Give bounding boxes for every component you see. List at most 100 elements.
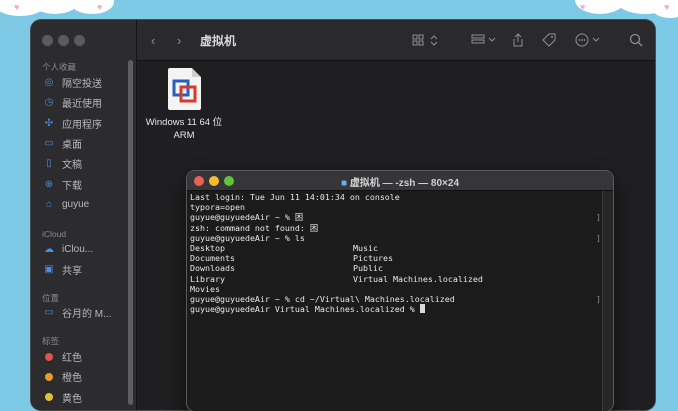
- terminal-line: typora=open: [190, 202, 599, 212]
- file-name: Windows 11 64 位 ARM: [145, 117, 223, 141]
- share-icon: [513, 33, 523, 47]
- desktop-icon: ▭: [44, 137, 54, 149]
- terminal-line: guyue@guyuedeAir ~ % cd ~/Virtual\ Machi…: [190, 293, 601, 304]
- terminal-title: ■ 虚拟机 — -zsh — 80×24: [340, 178, 460, 189]
- ellipsis-circle-icon: [575, 33, 600, 47]
- group-icon: [471, 34, 496, 44]
- terminal-line: guyue@guyuedeAir ~ % 困]: [190, 212, 601, 223]
- terminal-text: Movies: [190, 283, 220, 294]
- terminal-text: guyue@guyuedeAir Virtual Machines.locali…: [190, 304, 420, 315]
- line-marker: ]: [596, 293, 601, 304]
- terminal-cursor: [419, 304, 425, 314]
- line-marker: ]: [596, 212, 601, 223]
- finder-toolbar: ‹ › 虚拟机: [137, 20, 655, 61]
- close-window-button[interactable]: [42, 35, 53, 46]
- tag-icon: [542, 33, 556, 47]
- sidebar-item-label: 最近使用: [62, 99, 102, 111]
- sidebar-scrollbar[interactable]: [128, 60, 133, 405]
- terminal-line: Library Virtual Machines.localized: [190, 274, 599, 284]
- view-mode-button[interactable]: [412, 20, 442, 60]
- tag-label: 红色: [62, 353, 82, 364]
- terminal-output[interactable]: Last login: Tue Jun 11 14:01:34 on conso…: [190, 192, 601, 411]
- terminal-window: ■ 虚拟机 — -zsh — 80×24 Last login: Tue Jun…: [187, 171, 613, 411]
- sidebar-item-favorite-1[interactable]: ◷ 最近使用: [42, 94, 132, 111]
- cloud-icon: ☁: [44, 244, 54, 255]
- terminal-text: typora=open: [190, 202, 245, 213]
- sidebar-item-label: 共享: [62, 266, 82, 278]
- sidebar-item-icloud-1[interactable]: ▣ 共享: [42, 261, 132, 278]
- home-icon: ⌂: [45, 198, 53, 210]
- favorites-header: 个人收藏: [42, 62, 77, 72]
- tag-color-dot: [45, 352, 53, 361]
- sidebar-item-favorite-6[interactable]: ⌂ guyue: [42, 196, 132, 213]
- tag-color-dot: [45, 372, 53, 381]
- terminal-text: zsh: command not found: 困: [190, 222, 319, 233]
- vm-file-icon: [167, 68, 201, 110]
- terminal-text: Documents: [190, 253, 235, 264]
- terminal-text: guyue@guyuedeAir ~ % 困: [190, 212, 304, 223]
- search-icon: [629, 33, 643, 47]
- terminal-text-column2: Music: [353, 242, 378, 253]
- chevron-left-icon: ‹: [151, 32, 156, 48]
- sidebar-item-label: 应用程序: [62, 119, 102, 131]
- sidebar-item-favorite-0[interactable]: ◎ 隔空投送: [42, 74, 132, 91]
- group-button[interactable]: [471, 20, 501, 60]
- search-button[interactable]: [629, 20, 643, 60]
- shared-folder-icon: ▣: [44, 264, 54, 276]
- clock-icon: ◷: [44, 97, 54, 109]
- sidebar-item-label: guyue: [62, 198, 90, 210]
- sidebar-item-label: 隔空投送: [62, 79, 102, 90]
- sidebar-tag-2[interactable]: 黄色: [42, 389, 132, 406]
- terminal-line: zsh: command not found: 困: [190, 223, 599, 233]
- back-button[interactable]: ‹: [151, 20, 155, 60]
- sidebar-item-favorite-4[interactable]: ▯ 文稿: [42, 155, 132, 172]
- chevron-right-icon: ›: [177, 32, 182, 48]
- window-title: 虚拟机: [200, 34, 237, 48]
- sidebar-item-label: 谷月的 M...: [62, 309, 112, 320]
- terminal-text: Last login: Tue Jun 11 14:01:34 on conso…: [190, 192, 400, 202]
- tags-header: 标签: [42, 336, 60, 346]
- zoom-window-button[interactable]: [74, 35, 85, 46]
- terminal-text: guyue@guyuedeAir ~ % ls: [190, 232, 305, 243]
- more-actions-button[interactable]: [575, 20, 605, 60]
- grid-view-icon: [412, 34, 438, 46]
- sidebar-tag-0[interactable]: 红色: [42, 348, 132, 365]
- terminal-line: Movies: [190, 284, 599, 294]
- icloud-header: iCloud: [42, 229, 67, 239]
- folder-icon: ■: [340, 178, 348, 189]
- sidebar-item-icloud-0[interactable]: ☁ iClou...: [42, 241, 132, 258]
- document-icon: ▯: [46, 158, 52, 170]
- sidebar-item-label: 下载: [62, 180, 82, 192]
- forward-button[interactable]: ›: [177, 20, 181, 60]
- tags-button[interactable]: [541, 20, 557, 60]
- terminal-line: Last login: Tue Jun 11 14:01:34 on conso…: [190, 192, 599, 202]
- terminal-text-column2: Virtual Machines.localized: [353, 273, 483, 284]
- apps-icon: ✣: [44, 117, 54, 129]
- terminal-line: guyue@guyuedeAir Virtual Machines.locali…: [190, 304, 599, 314]
- sidebar-item-location-0[interactable]: ▭ 谷月的 M...: [42, 304, 132, 321]
- terminal-text-column2: Public: [353, 263, 383, 274]
- line-marker: ]: [596, 232, 601, 243]
- terminal-scrollbar[interactable]: [602, 191, 613, 411]
- sidebar-item-favorite-3[interactable]: ▭ 桌面: [42, 135, 132, 152]
- finder-sidebar: 个人收藏 ◎ 隔空投送 ◷ 最近使用 ✣ 应用程序 ▭ 桌面 ▯ 文稿 ⊕ 下载 ⌂ guyue iClo…: [31, 20, 137, 410]
- airdrop-icon: ◎: [44, 77, 54, 88]
- tag-label: 黄色: [62, 393, 82, 405]
- terminal-text: Downloads: [190, 263, 235, 274]
- share-button[interactable]: [511, 20, 525, 60]
- sidebar-item-label: iClou...: [62, 244, 94, 255]
- sidebar-item-label: 文稿: [62, 160, 82, 172]
- sidebar-tag-1[interactable]: 橙色: [42, 368, 132, 385]
- terminal-line: Documents Pictures: [190, 253, 599, 263]
- terminal-line: guyue@guyuedeAir ~ % ls]: [190, 232, 601, 243]
- minimize-window-button[interactable]: [58, 35, 69, 46]
- locations-header: 位置: [42, 293, 60, 303]
- download-icon: ⊕: [44, 178, 54, 190]
- terminal-line: Downloads Public: [190, 263, 599, 273]
- file-item-vm[interactable]: Windows 11 64 位 ARM: [139, 68, 229, 142]
- terminal-text-column2: Pictures: [353, 253, 393, 264]
- terminal-text: Desktop: [190, 242, 225, 253]
- sidebar-item-favorite-5[interactable]: ⊕ 下载: [42, 176, 132, 193]
- terminal-line: Desktop Music: [190, 243, 599, 253]
- sidebar-item-favorite-2[interactable]: ✣ 应用程序: [42, 115, 132, 132]
